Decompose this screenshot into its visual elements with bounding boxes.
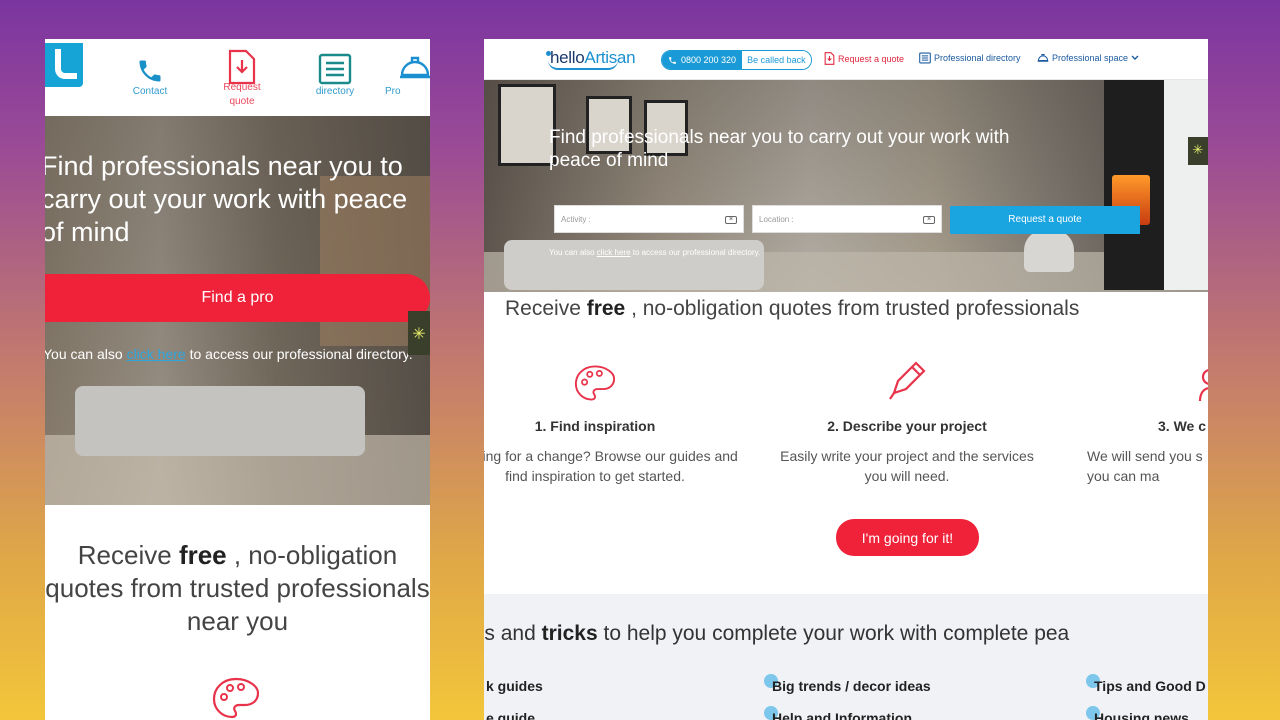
tip-link[interactable]: Tips and Good D	[1086, 674, 1206, 694]
request-quote-label: Request a quote	[838, 53, 905, 64]
tip-label: Help and Information	[772, 710, 912, 720]
tip-link[interactable]: Big trends / decor ideas	[764, 674, 931, 694]
nav-request-label: Request quote	[223, 82, 261, 107]
request-quote-link[interactable]: Request a quote	[824, 52, 904, 65]
helmet-icon	[400, 56, 430, 79]
tip-link[interactable]: e guide	[486, 710, 535, 720]
directory-link[interactable]: Professional directory	[919, 52, 1021, 64]
hero-frame-1	[498, 84, 556, 166]
feedback-widget-icon[interactable]: ✳	[1188, 137, 1208, 165]
nav-directory-label: directory	[315, 86, 355, 97]
receive-post: , no-obligation quotes from trusted prof…	[625, 297, 1080, 320]
nav-pro-label: Pro	[385, 86, 401, 97]
logo[interactable]: helloArtisan	[546, 48, 636, 70]
logo-icon[interactable]	[45, 43, 83, 87]
helmet-icon	[1037, 53, 1049, 62]
desktop-preview: helloArtisan 0800 200 320 Be called back…	[484, 39, 1208, 720]
nav-contact[interactable]: Contact	[110, 41, 190, 99]
clear-location-icon[interactable]: ×	[923, 216, 935, 224]
phone-number[interactable]: 0800 200 320	[662, 51, 743, 69]
tip-link[interactable]: k guides	[486, 678, 543, 694]
step-2-desc: Easily write your project and the servic…	[780, 448, 1034, 484]
list-icon	[919, 52, 931, 64]
im-going-for-it-button[interactable]: I'm going for it!	[836, 519, 979, 556]
tips-post: to help you complete your work with comp…	[597, 622, 1070, 645]
desktop-hero-title: Find professionals near you to carry out…	[549, 127, 1010, 171]
receive-pre: Receive	[505, 297, 587, 320]
step-1-title: 1. Find inspiration	[534, 418, 656, 434]
receive-pre: Receive	[77, 540, 179, 570]
list-icon	[318, 53, 352, 85]
directory-label: Professional directory	[934, 53, 1021, 63]
step-1-desc: Looking for a change? Browse our guides …	[484, 448, 738, 484]
be-called-back-button[interactable]: Be called back	[742, 51, 811, 69]
nav-request-quote[interactable]: Request quote	[202, 41, 282, 109]
note-prefix: You can also	[45, 346, 127, 362]
mobile-preview: Contact Request quote directory Pro Find…	[45, 39, 430, 720]
receive-bold: free	[178, 540, 227, 570]
mobile-hero-title: Find professionals near you to carry out…	[45, 151, 408, 247]
pro-space-link[interactable]: Professional space	[1037, 52, 1139, 64]
request-quote-button[interactable]: Request a quote	[950, 206, 1140, 234]
pen-icon	[889, 361, 926, 400]
step-2: 2. Describe your project Easily write yo…	[757, 355, 1057, 486]
step-3: 3. We c We will send you s you can ma	[1074, 355, 1208, 486]
tip-link[interactable]: Help and Information	[764, 706, 912, 720]
mobile-receive-heading: Receive free , no-obligation quotes from…	[45, 539, 430, 638]
tip-label: Big trends / decor ideas	[772, 678, 931, 694]
feedback-widget-icon[interactable]: ✳	[408, 311, 430, 355]
nav-directory[interactable]: directory	[295, 41, 375, 99]
hero-window	[1164, 80, 1208, 290]
desktop-directory-note: You can also click here to access our pr…	[549, 248, 760, 257]
palette-icon	[574, 365, 616, 401]
step-3-title: 3. We c	[1158, 418, 1206, 434]
find-a-pro-button[interactable]: Find a pro	[45, 274, 430, 322]
document-download-icon	[228, 49, 256, 85]
tips-bold: tricks	[541, 622, 598, 645]
tip-label: e guide	[486, 710, 536, 720]
tip-link[interactable]: Housing news	[1086, 706, 1189, 720]
note-prefix: You can also	[549, 248, 597, 257]
phone-number-text: 0800 200 320	[681, 55, 737, 65]
desktop-hero: Find professionals near you to carry out…	[484, 80, 1208, 292]
tip-label: Housing news	[1094, 710, 1189, 720]
chevron-down-icon	[1131, 55, 1139, 60]
nav-contact-label: Contact	[132, 86, 168, 97]
mobile-navbar: Contact Request quote directory Pro	[45, 39, 430, 116]
phone-icon	[139, 60, 161, 82]
step-3-desc: We will send you s you can ma	[1087, 448, 1203, 484]
step-1: 1. Find inspiration Looking for a change…	[484, 355, 745, 486]
tip-label: k guides	[486, 678, 543, 694]
click-here-link[interactable]: click here	[597, 248, 631, 257]
step-2-title: 2. Describe your project	[827, 418, 987, 434]
pro-space-label: Professional space	[1052, 53, 1129, 63]
activity-input[interactable]: Activity : ×	[554, 205, 744, 233]
tip-label: Tips and Good D	[1094, 678, 1206, 694]
logo-smile-icon	[548, 60, 618, 70]
nav-pro[interactable]: Pro	[385, 41, 430, 99]
location-placeholder: Location :	[759, 215, 794, 224]
location-input[interactable]: Location : ×	[752, 205, 942, 233]
phone-icon	[669, 56, 676, 64]
mobile-hero: Find professionals near you to carry out…	[45, 116, 430, 505]
activity-placeholder: Activity :	[561, 215, 591, 224]
logo-dot-icon	[546, 51, 551, 56]
mobile-directory-note: You can also click here to access our pr…	[45, 343, 413, 366]
phone-pill[interactable]: 0800 200 320 Be called back	[661, 50, 812, 70]
note-suffix: to access our professional directory.	[185, 346, 413, 362]
tips-pre: Tips and	[484, 622, 536, 645]
clear-activity-icon[interactable]: ×	[725, 216, 737, 224]
hero-sofa	[75, 386, 365, 456]
tips-section: Tips and tricks to help you complete you…	[484, 594, 1208, 720]
palette-icon	[212, 677, 260, 719]
hero-chair	[1024, 230, 1074, 272]
note-suffix: to access our professional directory.	[630, 248, 761, 257]
desktop-receive-heading: Receive free , no-obligation quotes from…	[505, 297, 1079, 321]
person-icon	[1198, 369, 1208, 402]
click-here-link[interactable]: click here	[127, 346, 186, 362]
receive-bold: free	[586, 297, 626, 320]
tips-heading: Tips and tricks to help you complete you…	[484, 622, 1069, 646]
document-download-icon	[824, 52, 835, 65]
desktop-navbar: helloArtisan 0800 200 320 Be called back…	[484, 39, 1208, 80]
